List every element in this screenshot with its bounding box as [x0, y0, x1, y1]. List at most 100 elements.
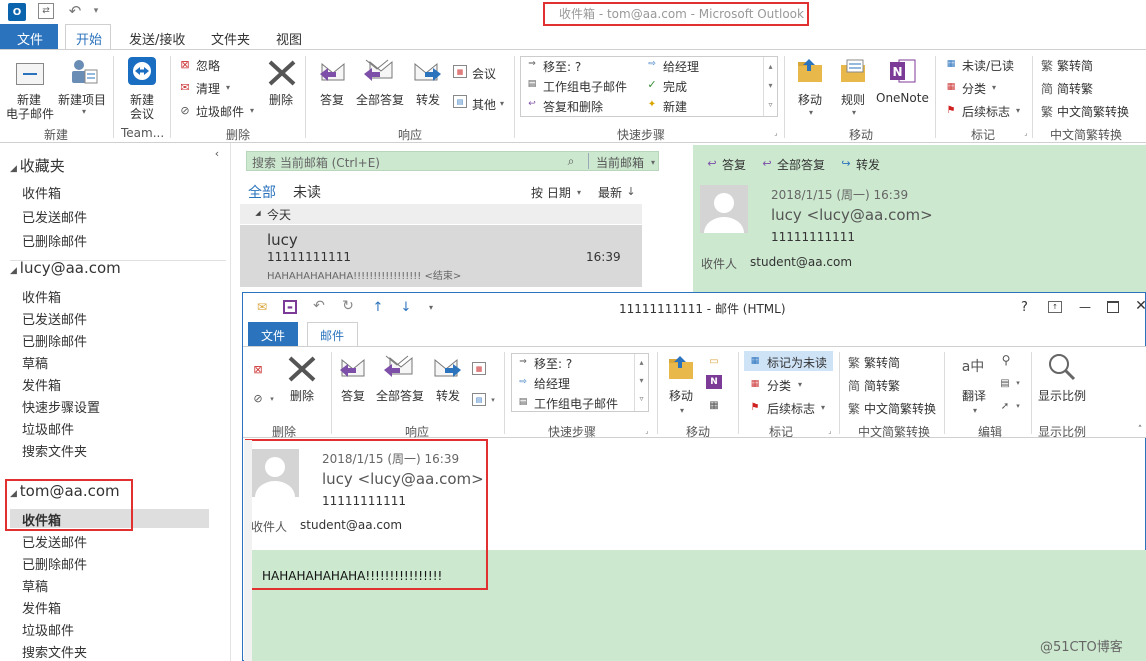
reply-button[interactable]: 答复 [320, 91, 344, 108]
collapse-group-icon[interactable]: ◢ [254, 208, 262, 218]
fav-deleted[interactable]: 已删除邮件 [22, 231, 87, 250]
rp-reply-all-button[interactable]: 全部答复 [777, 156, 825, 173]
pw-forward-button[interactable]: 转发 [436, 387, 460, 404]
qs-move-to[interactable]: 移至: ? [543, 58, 581, 75]
categorize-dropdown-icon[interactable]: ▾ [989, 81, 999, 93]
tom-drafts[interactable]: 草稿 [22, 576, 48, 595]
qs-scrollbar[interactable]: ▴ ▾ ▿ [763, 57, 777, 116]
trad-to-simp-button[interactable]: 繁转简 [1057, 57, 1093, 74]
delete-button[interactable]: 删除 [269, 91, 293, 108]
cleanup-dropdown-icon[interactable]: ▾ [223, 81, 233, 93]
lucy-account-header[interactable]: ◢ lucy@aa.com [10, 259, 121, 277]
pw-qs-to-manager[interactable]: 给经理 [534, 375, 570, 392]
pw-more-dropdown-icon[interactable]: ▾ [489, 395, 497, 405]
search-scope-dropdown[interactable]: 当前邮箱 [596, 154, 644, 171]
tom-deleted[interactable]: 已删除邮件 [22, 554, 87, 573]
pw-simp-to-trad-button[interactable]: 简转繁 [864, 377, 900, 394]
translate-dropdown-icon[interactable]: ▾ [970, 404, 980, 416]
pw-undo-icon[interactable]: ↶ [311, 298, 327, 314]
favorites-header[interactable]: ◢ 收藏夹 [10, 155, 65, 176]
cursor-dropdown-icon[interactable]: ▾ [1014, 401, 1022, 411]
more-dropdown-icon[interactable]: ▾ [497, 97, 507, 109]
scope-dropdown-icon[interactable]: ▾ [648, 156, 658, 168]
undo-icon[interactable]: ↶ [66, 2, 84, 20]
categorize-button[interactable]: 分类 [962, 80, 986, 97]
pw-followup-dropdown-icon[interactable]: ▾ [818, 401, 828, 413]
select-dropdown-icon[interactable]: ▾ [1014, 378, 1022, 388]
qs-launcher-icon[interactable]: ⌟ [772, 129, 780, 137]
pw-save-icon[interactable]: ▬ [283, 300, 297, 314]
filter-all[interactable]: 全部 [248, 182, 276, 202]
tab-view[interactable]: 视图 [276, 29, 302, 48]
pw-categorize-button[interactable]: 分类 [767, 377, 791, 394]
simp-to-trad-button[interactable]: 简转繁 [1057, 80, 1093, 97]
pw-delete-button[interactable]: 删除 [290, 387, 314, 404]
sort-order[interactable]: 最新 [598, 184, 622, 201]
tom-sent[interactable]: 已发送邮件 [22, 532, 87, 551]
reply-all-button[interactable]: 全部答复 [356, 91, 404, 108]
tom-search-folders[interactable]: 搜索文件夹 [22, 642, 87, 661]
lucy-drafts[interactable]: 草稿 [22, 353, 48, 372]
pw-tags-launcher-icon[interactable]: ⌟ [826, 427, 834, 435]
qs-to-manager[interactable]: 给经理 [663, 58, 699, 75]
pw-chinese-conv-button[interactable]: 中文简繁转换 [864, 400, 936, 417]
lucy-sent[interactable]: 已发送邮件 [22, 309, 87, 328]
pw-reply-button[interactable]: 答复 [341, 387, 365, 404]
pw-scrollbar[interactable] [244, 440, 252, 661]
qat-dropdown-icon[interactable]: ▾ [90, 4, 102, 18]
chinese-conv-button[interactable]: 中文简繁转换 [1057, 103, 1129, 120]
new-item-dropdown-icon[interactable]: ▾ [79, 105, 89, 117]
new-email-button-l2[interactable]: 电子邮件 [6, 105, 54, 122]
pw-close-icon[interactable]: ✕ [1134, 298, 1146, 314]
pw-qs-scrollbar[interactable]: ▴ ▾ ▿ [634, 354, 648, 411]
junk-button[interactable]: 垃圾邮件 [196, 103, 244, 120]
pw-collapse-ribbon-icon[interactable]: ˄ [1134, 424, 1146, 436]
rp-reply-button[interactable]: 答复 [722, 156, 746, 173]
more-respond-button[interactable]: 其他 [472, 96, 496, 113]
lucy-inbox[interactable]: 收件箱 [22, 287, 61, 306]
ignore-button[interactable]: 忽略 [196, 57, 220, 74]
qs-new[interactable]: 新建 [663, 98, 687, 115]
pw-down-icon[interactable]: ↓ [399, 299, 413, 315]
pw-qs-move-to[interactable]: 移至: ? [534, 355, 572, 372]
pw-reply-all-button[interactable]: 全部答复 [376, 387, 424, 404]
fav-sent[interactable]: 已发送邮件 [22, 207, 87, 226]
tab-folder[interactable]: 文件夹 [211, 29, 250, 48]
pw-mark-unread-button[interactable]: 标记为未读 [767, 354, 827, 371]
filter-unread[interactable]: 未读 [293, 182, 321, 202]
pw-ribbon-display-icon[interactable]: ↑ [1048, 301, 1062, 313]
pw-maximize-icon[interactable] [1107, 301, 1119, 313]
rp-forward-button[interactable]: 转发 [856, 156, 880, 173]
lucy-search-folders[interactable]: 搜索文件夹 [22, 441, 87, 460]
sort-dropdown-icon[interactable]: ▾ [574, 186, 584, 198]
followup-button[interactable]: 后续标志 [962, 103, 1010, 120]
fav-inbox[interactable]: 收件箱 [22, 183, 61, 202]
translate-button[interactable]: 翻译 [962, 387, 986, 404]
lucy-quickstep-settings[interactable]: 快速步骤设置 [22, 397, 100, 416]
pw-qs-team-email[interactable]: 工作组电子邮件 [534, 395, 618, 412]
pw-followup-button[interactable]: 后续标志 [767, 400, 815, 417]
sort-arrow-icon[interactable]: ↓ [626, 184, 636, 198]
forward-button[interactable]: 转发 [416, 91, 440, 108]
pw-categorize-dropdown-icon[interactable]: ▾ [795, 378, 805, 390]
sync-icon[interactable]: ⇄ [38, 3, 54, 19]
pw-qat-dropdown-icon[interactable]: ▾ [426, 301, 436, 313]
move-dropdown-icon[interactable]: ▾ [806, 106, 816, 118]
junk-dropdown-icon[interactable]: ▾ [247, 104, 257, 116]
lucy-outbox[interactable]: 发件箱 [22, 375, 61, 394]
tags-launcher-icon[interactable]: ⌟ [1022, 129, 1030, 137]
pw-trad-to-simp-button[interactable]: 繁转简 [864, 354, 900, 371]
onenote-button[interactable]: OneNote [876, 91, 929, 105]
pw-help-button[interactable]: ? [1021, 300, 1028, 315]
new-meeting-l2[interactable]: 会议 [130, 105, 154, 122]
search-icon[interactable]: ⌕ [563, 153, 579, 169]
unread-read-button[interactable]: 未读/已读 [962, 57, 1014, 74]
zoom-button[interactable]: 显示比例 [1038, 387, 1086, 404]
qs-team-email[interactable]: 工作组电子邮件 [543, 78, 627, 95]
pw-redo-icon[interactable]: ↻ [340, 298, 356, 314]
sort-by-date[interactable]: 按 日期 [531, 184, 571, 201]
meeting-button[interactable]: 会议 [472, 65, 496, 82]
qs-done[interactable]: 完成 [663, 78, 687, 95]
pw-move-dropdown-icon[interactable]: ▾ [677, 404, 687, 416]
tom-junk[interactable]: 垃圾邮件 [22, 620, 74, 639]
